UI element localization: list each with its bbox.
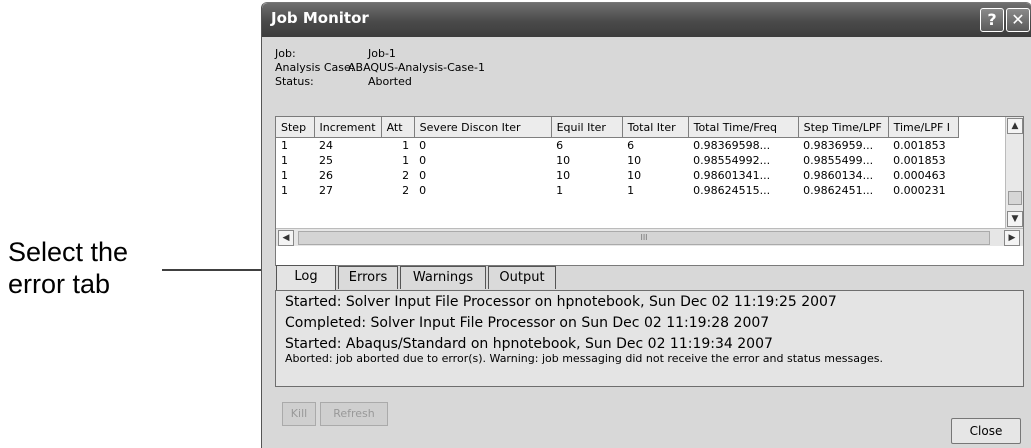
tab-errors[interactable]: Errors bbox=[338, 266, 398, 289]
annotation-line-2: error tab bbox=[8, 269, 111, 299]
annotation-line-1: Select the bbox=[8, 237, 129, 267]
column-header[interactable]: Time/LPF I bbox=[888, 117, 959, 138]
table-cell: 0.9855499... bbox=[803, 154, 874, 167]
info-value: Aborted bbox=[368, 75, 412, 88]
table-header: Step Increment Att Severe Discon Iter Eq… bbox=[276, 117, 959, 138]
vertical-scroll-thumb[interactable] bbox=[1008, 191, 1022, 205]
table-cell: 1 bbox=[402, 154, 410, 167]
title-bar[interactable]: Job Monitor ? ✕ bbox=[262, 3, 1031, 37]
log-line: Started: Solver Input File Processor on … bbox=[285, 294, 837, 310]
column-header[interactable]: Total Iter bbox=[622, 117, 689, 138]
close-button[interactable]: Close bbox=[951, 418, 1021, 444]
tab-output[interactable]: Output bbox=[488, 266, 556, 289]
column-header[interactable]: Step Time/LPF bbox=[798, 117, 889, 138]
log-line: Completed: Solver Input File Processor o… bbox=[285, 315, 770, 331]
table-cell: 1 bbox=[556, 184, 564, 197]
table-cell: 0.9836959... bbox=[803, 139, 874, 152]
window-title: Job Monitor bbox=[271, 9, 369, 27]
table-cell: 26 bbox=[319, 169, 333, 182]
column-header[interactable]: Att bbox=[381, 117, 415, 138]
info-label: Job: bbox=[275, 47, 296, 60]
close-window-icon[interactable]: ✕ bbox=[1006, 8, 1030, 32]
table-cell: 0 bbox=[419, 154, 427, 167]
column-header[interactable]: Total Time/Freq bbox=[688, 117, 799, 138]
table-cell: 0.001853 bbox=[893, 154, 946, 167]
table-row[interactable]: 1 25 1 0 10 10 0.98554992... 0.9855499..… bbox=[276, 153, 958, 168]
kill-button[interactable]: Kill bbox=[282, 402, 316, 426]
table-cell: 2 bbox=[402, 169, 410, 182]
table-cell: 27 bbox=[319, 184, 333, 197]
table-cell: 0.9862451... bbox=[803, 184, 874, 197]
table-cell: 0.98624515... bbox=[693, 184, 771, 197]
info-label: Analysis Case: bbox=[275, 61, 355, 74]
table-cell: 25 bbox=[319, 154, 333, 167]
table-cell: 0.98601341... bbox=[693, 169, 771, 182]
table-cell: 10 bbox=[627, 169, 642, 182]
help-button[interactable]: ? bbox=[980, 8, 1004, 32]
horizontal-scroll-thumb[interactable]: III bbox=[298, 231, 990, 245]
table-row[interactable]: 1 27 2 0 1 1 0.98624515... 0.9862451... … bbox=[276, 183, 958, 198]
column-header[interactable]: Step bbox=[276, 117, 315, 138]
log-line: Aborted: job aborted due to error(s). Wa… bbox=[285, 352, 883, 365]
table-cell: 0.001853 bbox=[893, 139, 946, 152]
table-cell: 0.000463 bbox=[893, 169, 946, 182]
table-cell: 1 bbox=[281, 154, 288, 167]
log-panel[interactable]: Started: Solver Input File Processor on … bbox=[275, 290, 1024, 387]
table-cell: 10 bbox=[556, 154, 571, 167]
column-header[interactable]: Increment bbox=[314, 117, 382, 138]
table-cell: 0 bbox=[419, 184, 427, 197]
table-cell: 0 bbox=[419, 139, 427, 152]
table-cell: 6 bbox=[556, 139, 564, 152]
table-cell: 1 bbox=[281, 184, 288, 197]
scroll-left-icon[interactable]: ◀ bbox=[278, 230, 294, 246]
table-row[interactable]: 1 24 1 0 6 6 0.98369598... 0.9836959... … bbox=[276, 138, 958, 154]
table-cell: 24 bbox=[319, 139, 333, 152]
refresh-button[interactable]: Refresh bbox=[320, 402, 388, 426]
table-cell: 10 bbox=[556, 169, 571, 182]
table-cell: 0.000231 bbox=[893, 184, 946, 197]
scroll-up-icon[interactable]: ▲ bbox=[1007, 118, 1023, 134]
table-cell: 2 bbox=[402, 184, 410, 197]
increment-table: Step Increment Att Severe Discon Iter Eq… bbox=[275, 116, 1024, 266]
table-cell: 0 bbox=[419, 169, 427, 182]
table-cell: 1 bbox=[281, 169, 288, 182]
horizontal-scrollbar[interactable]: ◀ III ▶ bbox=[276, 228, 1023, 246]
table-cell: 1 bbox=[627, 184, 635, 197]
table-row[interactable]: 1 26 2 0 10 10 0.98601341... 0.9860134..… bbox=[276, 168, 958, 183]
scroll-right-icon[interactable]: ▶ bbox=[1004, 230, 1020, 246]
info-label: Status: bbox=[275, 75, 314, 88]
info-value: Job-1 bbox=[368, 47, 396, 60]
table-cell: 0.98554992... bbox=[693, 154, 771, 167]
column-header[interactable]: Severe Discon Iter bbox=[414, 117, 552, 138]
column-header[interactable]: Equil Iter bbox=[551, 117, 623, 138]
table-cell: 0.9860134... bbox=[803, 169, 874, 182]
tab-log[interactable]: Log bbox=[276, 265, 336, 290]
job-monitor-window: Job Monitor ? ✕ Job: Job-1 Analysis Case… bbox=[261, 2, 1031, 448]
table-cell: 10 bbox=[627, 154, 642, 167]
tab-warnings[interactable]: Warnings bbox=[400, 266, 486, 289]
table-cell: 0.98369598... bbox=[693, 139, 771, 152]
table-cell: 1 bbox=[402, 139, 410, 152]
log-line: Started: Abaqus/Standard on hpnotebook, … bbox=[285, 336, 773, 352]
scroll-down-icon[interactable]: ▼ bbox=[1007, 211, 1023, 227]
info-value: ABAQUS-Analysis-Case-1 bbox=[348, 61, 486, 74]
vertical-scrollbar[interactable]: ▲ ▼ bbox=[1005, 117, 1023, 228]
table-cell: 6 bbox=[627, 139, 635, 152]
annotation-callout: Select the error tab bbox=[8, 236, 128, 300]
table-cell: 1 bbox=[281, 139, 288, 152]
